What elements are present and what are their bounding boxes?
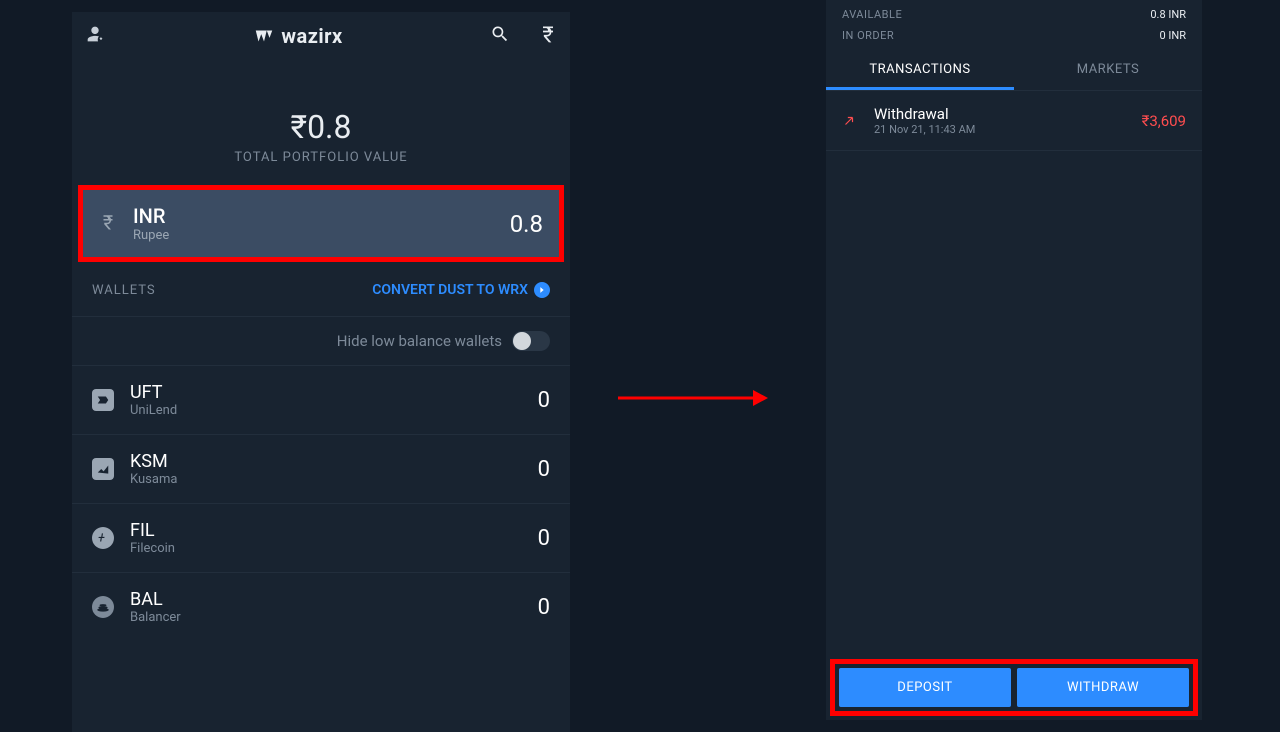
wallet-name: Balancer xyxy=(130,610,538,625)
rupee-icon xyxy=(99,213,117,231)
wallet-symbol: KSM xyxy=(130,451,538,472)
inr-symbol: INR xyxy=(133,204,510,228)
tx-type: Withdrawal xyxy=(874,105,1142,123)
wallet-symbol: UFT xyxy=(130,382,538,403)
rupee-icon[interactable] xyxy=(538,24,558,48)
action-buttons: DEPOSIT WITHDRAW xyxy=(830,659,1198,716)
wallet-item-bal[interactable]: BAL Balancer 0 xyxy=(72,572,570,641)
tabs: TRANSACTIONS MARKETS xyxy=(826,52,1202,91)
wallet-balance: 0 xyxy=(538,388,550,413)
wallet-balance: 0 xyxy=(538,595,550,620)
inr-name: Rupee xyxy=(133,228,510,243)
wallet-symbol: FIL xyxy=(130,520,538,541)
wallet-item-uft[interactable]: UFT UniLend 0 xyxy=(72,365,570,434)
wallet-name: Filecoin xyxy=(130,541,538,556)
tab-markets[interactable]: MARKETS xyxy=(1014,52,1202,90)
inr-balance: 0.8 xyxy=(510,210,543,238)
wallet-name: UniLend xyxy=(130,403,538,418)
transaction-row[interactable]: Withdrawal 21 Nov 21, 11:43 AM ₹3,609 xyxy=(826,91,1202,151)
coin-icon xyxy=(92,596,114,618)
inr-card[interactable]: INR Rupee 0.8 xyxy=(78,185,564,262)
wallet-name: Kusama xyxy=(130,472,538,487)
portfolio-summary: ₹0.8 TOTAL PORTFOLIO VALUE xyxy=(72,60,570,185)
hide-low-balance-row: Hide low balance wallets xyxy=(72,316,570,365)
withdrawal-arrow-icon xyxy=(842,114,856,128)
coin-icon xyxy=(92,389,114,411)
wallet-symbol: BAL xyxy=(130,589,538,610)
arrow-right-icon xyxy=(534,282,550,298)
portfolio-label: TOTAL PORTFOLIO VALUE xyxy=(72,150,570,165)
convert-dust-label: CONVERT DUST TO WRX xyxy=(372,282,528,298)
tx-amount: ₹3,609 xyxy=(1142,112,1186,130)
brand-icon xyxy=(253,25,275,47)
inorder-label: IN ORDER xyxy=(842,29,894,42)
deposit-button[interactable]: DEPOSIT xyxy=(839,668,1011,707)
coin-icon xyxy=(92,527,114,549)
coin-icon xyxy=(92,458,114,480)
wallets-header: WALLETS CONVERT DUST TO WRX xyxy=(72,262,570,316)
available-label: AVAILABLE xyxy=(842,8,902,21)
wallet-item-ksm[interactable]: KSM Kusama 0 xyxy=(72,434,570,503)
annotation-arrow-icon xyxy=(618,388,768,408)
tx-date: 21 Nov 21, 11:43 AM xyxy=(874,123,1142,136)
wallet-balance: 0 xyxy=(538,457,550,482)
brand-logo: wazirx xyxy=(253,24,342,48)
portfolio-panel: wazirx ₹0.8 TOTAL PORTFOLIO VALUE INR Ru… xyxy=(72,12,570,732)
wallets-title: WALLETS xyxy=(92,283,156,298)
convert-dust-link[interactable]: CONVERT DUST TO WRX xyxy=(372,282,550,298)
hide-low-toggle[interactable] xyxy=(512,331,550,351)
withdraw-button[interactable]: WITHDRAW xyxy=(1017,668,1189,707)
available-value: 0.8 INR xyxy=(1150,8,1186,21)
brand-text: wazirx xyxy=(281,24,342,48)
transactions-panel: AVAILABLE 0.8 INR IN ORDER 0 INR TRANSAC… xyxy=(826,0,1202,720)
app-header: wazirx xyxy=(72,12,570,60)
wallet-item-fil[interactable]: FIL Filecoin 0 xyxy=(72,503,570,572)
search-icon[interactable] xyxy=(490,24,510,48)
tab-transactions[interactable]: TRANSACTIONS xyxy=(826,52,1014,90)
inorder-value: 0 INR xyxy=(1159,29,1186,42)
portfolio-value: ₹0.8 xyxy=(72,108,570,146)
hide-low-label: Hide low balance wallets xyxy=(337,332,502,350)
profile-settings-icon[interactable] xyxy=(84,23,106,49)
wallet-balance: 0 xyxy=(538,526,550,551)
